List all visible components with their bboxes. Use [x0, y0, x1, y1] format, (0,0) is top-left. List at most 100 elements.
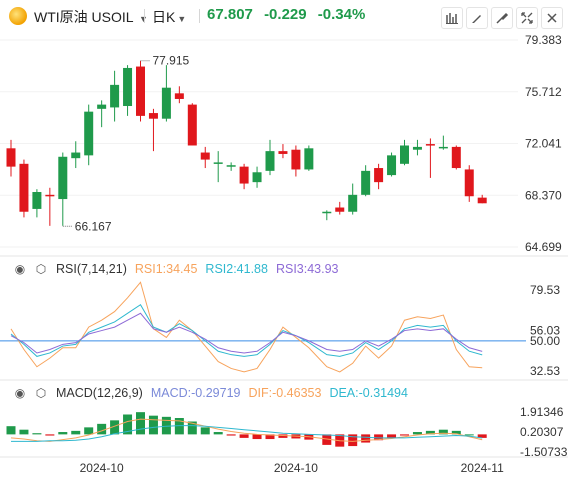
- candle-body: [161, 87, 171, 119]
- candle-body: [322, 211, 332, 214]
- oil-logo-icon: [9, 7, 27, 25]
- price-axis-label: 68.370: [525, 188, 562, 202]
- macd-bar: [361, 434, 371, 443]
- high-price-label: 77.915: [153, 54, 190, 68]
- symbol-selector[interactable]: WTI原油 USOIL ▼: [34, 7, 148, 27]
- price-axis-label: 75.712: [525, 85, 562, 99]
- candle-body: [477, 197, 487, 204]
- macd-bar: [213, 432, 223, 435]
- x-axis-label: 2024-10: [274, 461, 318, 475]
- chevron-down-icon: ▼: [177, 14, 187, 24]
- ticker-name: USOIL: [91, 9, 134, 25]
- candle-body: [265, 151, 275, 171]
- price-change: -0.229: [264, 6, 307, 23]
- rsi-legend: ◉ ⬡ RSI(7,14,21) RSI1:34.45 RSI2:41.88 R…: [14, 262, 339, 276]
- dif-value: DIF:-0.46353: [248, 386, 322, 400]
- candle-body: [6, 148, 16, 167]
- candle-body: [136, 66, 145, 116]
- price-axis-label: 72.041: [525, 137, 562, 151]
- candle-body: [45, 194, 55, 197]
- candle-body: [32, 192, 42, 209]
- rsi2-value: RSI2:41.88: [205, 262, 268, 276]
- candle-body: [174, 93, 184, 99]
- candle-body: [374, 168, 384, 183]
- candle-body: [84, 111, 94, 156]
- macd-bar: [6, 426, 16, 435]
- macd-bar: [19, 429, 29, 435]
- candle-body: [187, 104, 197, 146]
- macd-bar: [136, 412, 145, 435]
- macd-legend: ◉ ⬡ MACD(12,26,9) MACD:-0.29719 DIF:-0.4…: [14, 386, 408, 400]
- macd-bar: [400, 434, 409, 436]
- price-change-pct: -0.34%: [317, 6, 366, 23]
- settings-icon[interactable]: ⬡: [35, 263, 47, 275]
- macd-bar: [71, 430, 81, 435]
- candle-body: [123, 67, 133, 107]
- macd-bar: [252, 434, 262, 440]
- macd-value: MACD:-0.29719: [150, 386, 241, 400]
- rsi3-line: [10, 312, 483, 354]
- macd-axis-label: 1.91346: [520, 405, 564, 419]
- pen-icon[interactable]: [466, 7, 488, 29]
- macd-bar: [58, 432, 68, 435]
- rsi-axis-label: 32.53: [530, 364, 560, 378]
- price-readout: 67.807 -0.229 -0.34%: [207, 6, 372, 23]
- chart-canvas[interactable]: 79.383 75.712 72.041 68.370 64.699 77.915 66.1…: [0, 32, 568, 483]
- macd-bar: [200, 427, 210, 435]
- macd-title: MACD(12,26,9): [56, 386, 143, 400]
- close-icon[interactable]: [541, 7, 563, 29]
- candle-body: [97, 104, 107, 109]
- macd-bar: [226, 434, 236, 436]
- rsi-axis-label: 79.53: [530, 283, 560, 297]
- macd-bar: [387, 434, 397, 438]
- macd-bar: [464, 434, 474, 436]
- macd-axis-label: -1.50733: [520, 445, 568, 459]
- candle-body: [335, 207, 345, 212]
- macd-bar: [412, 432, 422, 435]
- macd-bar: [45, 434, 55, 436]
- price-axis-label: 79.383: [525, 33, 562, 47]
- candle-body: [58, 156, 68, 200]
- macd-bar: [32, 433, 42, 435]
- x-axis-label: 2024-10: [80, 461, 124, 475]
- chart-header: WTI原油 USOIL ▼ 日K▼ 67.807 -0.229 -0.34%: [0, 0, 568, 32]
- price-axis-label: 64.699: [525, 240, 562, 254]
- candle-body: [19, 163, 29, 212]
- candle-body: [278, 151, 288, 154]
- draw-tool-icon[interactable]: [491, 7, 513, 29]
- eye-icon[interactable]: ◉: [14, 387, 26, 399]
- candle-body: [110, 84, 120, 108]
- candle-body: [400, 145, 409, 164]
- candle-body: [226, 165, 236, 167]
- divider: [199, 9, 200, 23]
- candle-body: [239, 166, 249, 184]
- rsi-axis-label: 50.00: [530, 334, 560, 348]
- chart-settings-icon[interactable]: [441, 7, 463, 29]
- candle-body: [387, 155, 397, 176]
- low-price-label: 66.167: [75, 219, 112, 233]
- macd-bar: [84, 427, 94, 435]
- symbol-name: WTI原油: [34, 9, 88, 25]
- candle-body: [71, 152, 81, 159]
- candle-body: [200, 152, 210, 160]
- divider: [144, 9, 145, 23]
- candle-body: [252, 172, 262, 183]
- candle-body: [412, 146, 422, 150]
- candle-body: [304, 148, 314, 170]
- candle-body: [213, 162, 223, 164]
- candle-body: [348, 194, 358, 212]
- candle-body: [438, 146, 448, 149]
- rsi2-line: [10, 303, 483, 357]
- dea-value: DEA:-0.31494: [329, 386, 408, 400]
- candle-body: [361, 170, 371, 195]
- settings-icon[interactable]: ⬡: [35, 387, 47, 399]
- x-axis-label: 2024-11: [461, 461, 504, 475]
- last-price: 67.807: [207, 6, 253, 23]
- fullscreen-icon[interactable]: [516, 7, 538, 29]
- eye-icon[interactable]: ◉: [14, 263, 26, 275]
- period-selector[interactable]: 日K ▼: [152, 7, 186, 27]
- rsi1-value: RSI1:34.45: [134, 262, 198, 276]
- candle-body: [464, 169, 474, 197]
- macd-bar: [148, 415, 158, 435]
- candle-body: [451, 146, 461, 169]
